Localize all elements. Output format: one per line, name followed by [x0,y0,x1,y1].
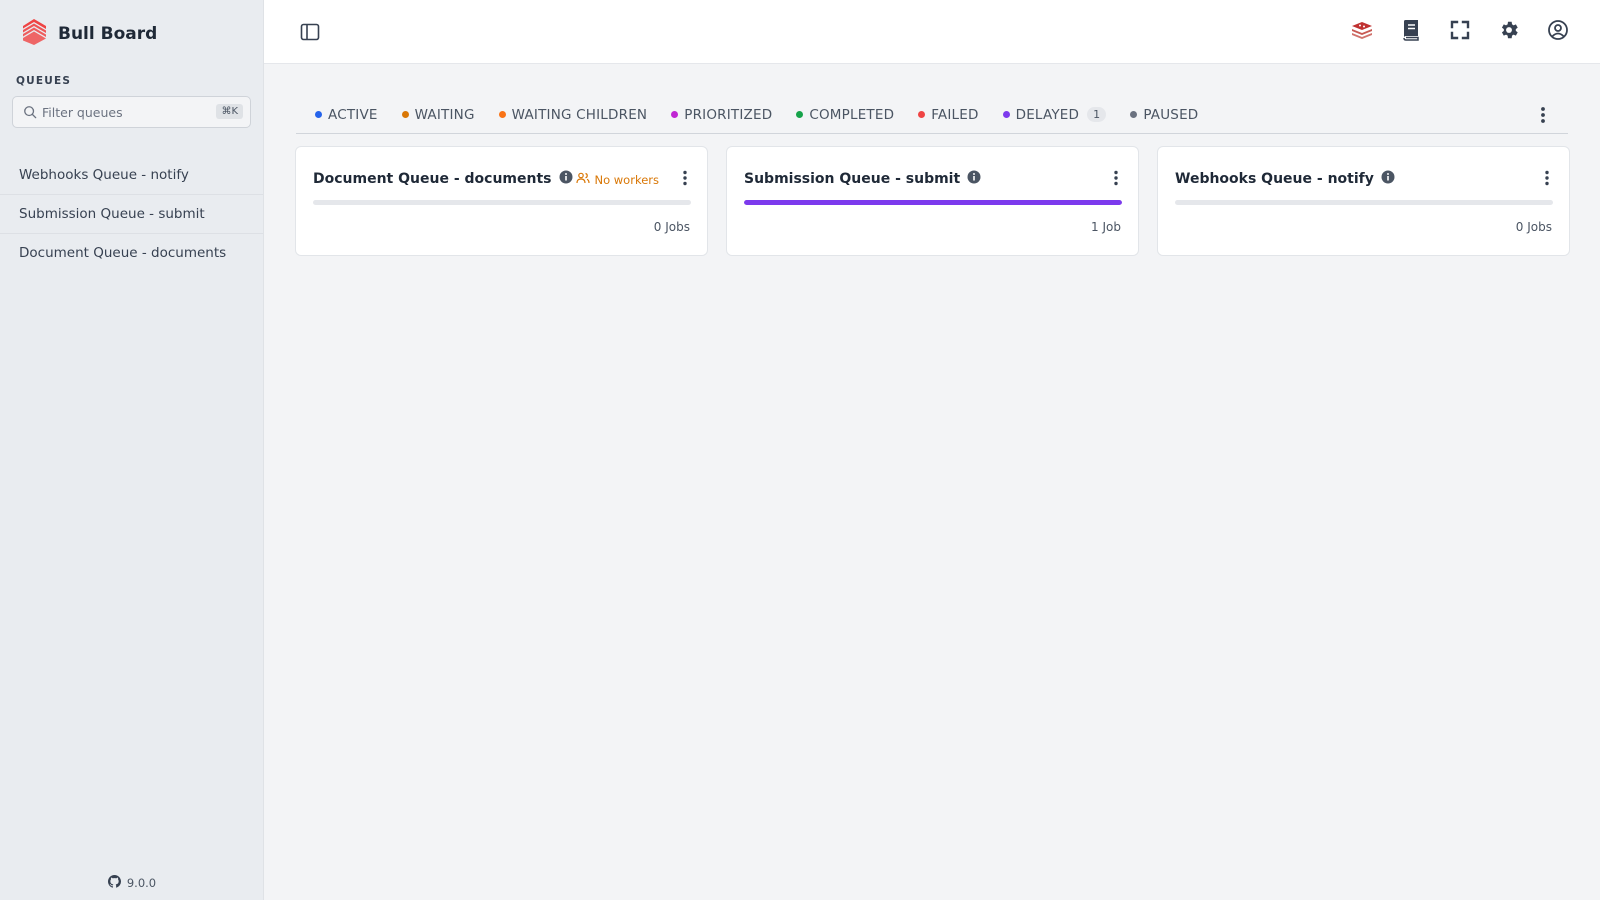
search-shortcut-badge: ⌘K [216,104,243,119]
docs-icon[interactable] [1399,18,1423,42]
top-header [264,0,1600,64]
queue-card-title-text: Document Queue - documents [313,171,552,187]
more-vertical-icon[interactable] [1108,169,1124,187]
queue-card-title-text: Webhooks Queue - notify [1175,171,1374,187]
tab-waiting[interactable]: WAITING [401,106,475,123]
tab-failed[interactable]: FAILED [918,107,978,123]
status-dot [1002,111,1010,118]
queue-card-title[interactable]: Document Queue - documents [313,170,573,188]
queue-progress-bar [313,200,691,205]
tab-label: PRIORITIZED [684,106,773,123]
settings-icon[interactable] [1497,18,1521,42]
more-vertical-icon[interactable] [1534,106,1552,124]
user-icon[interactable] [1546,18,1570,42]
no-workers-warning: No workers [576,172,659,187]
tab-paused[interactable]: PAUSED [1130,107,1198,123]
job-count: 1 Job [1091,220,1121,234]
queue-card-title-text: Submission Queue - submit [744,171,961,187]
queue-card-title[interactable]: Submission Queue - submit [744,170,981,188]
version-link[interactable]: 9.0.0 [0,875,264,891]
no-workers-label: No workers [594,172,659,187]
status-dot [401,111,409,118]
search-icon [23,104,39,120]
status-dot [671,111,679,118]
redis-icon[interactable] [1350,18,1374,42]
github-icon [107,875,121,891]
status-dot [1130,111,1138,118]
queue-list: Webhooks Queue - notify Submission Queue… [0,156,263,273]
queue-cards: Document Queue - documents No workers 0 … [295,146,1570,256]
tab-label: WAITING [414,106,475,123]
job-count: 0 Jobs [653,220,690,234]
status-dot [918,111,926,118]
status-dot [796,111,804,118]
status-dot [498,111,506,118]
tab-label: DELAYED [1015,106,1080,123]
logo[interactable]: Bull Board [20,18,157,50]
queue-search[interactable]: ⌘K [12,96,251,128]
tab-delayed[interactable]: DELAYED 1 [1002,106,1107,123]
tab-label: ACTIVE [328,106,378,123]
queue-progress-fill [744,200,1122,205]
more-vertical-icon[interactable] [677,169,693,187]
tab-label: FAILED [931,106,979,123]
tab-waiting-children[interactable]: WAITING CHILDREN [498,106,648,123]
more-vertical-icon[interactable] [1539,169,1555,187]
queue-progress-bar [1175,200,1553,205]
tab-completed[interactable]: COMPLETED [796,107,894,123]
fullscreen-icon[interactable] [1448,18,1472,42]
delayed-count-badge: 1 [1087,107,1107,122]
info-icon[interactable] [1381,170,1395,188]
tab-prioritized[interactable]: PRIORITIZED [671,107,772,123]
sidebar: Bull Board QUEUES ⌘K Webhooks Queue - no… [0,0,264,900]
app-title: Bull Board [58,24,158,44]
queue-card-notify: Webhooks Queue - notify 0 Jobs [1157,146,1570,256]
job-count: 0 Jobs [1515,220,1552,234]
info-icon[interactable] [967,170,981,188]
status-dot [315,111,322,118]
tab-label: COMPLETED [809,106,895,123]
status-tabs: ACTIVE WAITING WAITING CHILDREN PRIORITI… [296,96,1568,134]
queue-card-title[interactable]: Webhooks Queue - notify [1175,170,1395,188]
queue-progress-bar [744,200,1122,205]
sidebar-toggle-icon[interactable] [300,22,320,42]
users-icon [576,172,591,187]
bull-logo-icon [20,18,48,50]
tab-label: PAUSED [1143,106,1199,123]
queue-search-input[interactable] [42,104,202,120]
sidebar-item-webhooks-queue[interactable]: Webhooks Queue - notify [0,156,263,195]
queue-card-submit: Submission Queue - submit 1 Job [726,146,1139,256]
tab-active[interactable]: ACTIVE [315,107,378,123]
header-actions [1350,18,1570,42]
tab-label: WAITING CHILDREN [511,106,648,123]
sidebar-item-document-queue[interactable]: Document Queue - documents [0,234,263,273]
info-icon[interactable] [559,170,573,188]
version-label: 9.0.0 [126,876,157,890]
queues-section-label: QUEUES [16,75,72,87]
sidebar-item-submission-queue[interactable]: Submission Queue - submit [0,195,263,234]
queue-card-documents: Document Queue - documents No workers 0 … [295,146,708,256]
